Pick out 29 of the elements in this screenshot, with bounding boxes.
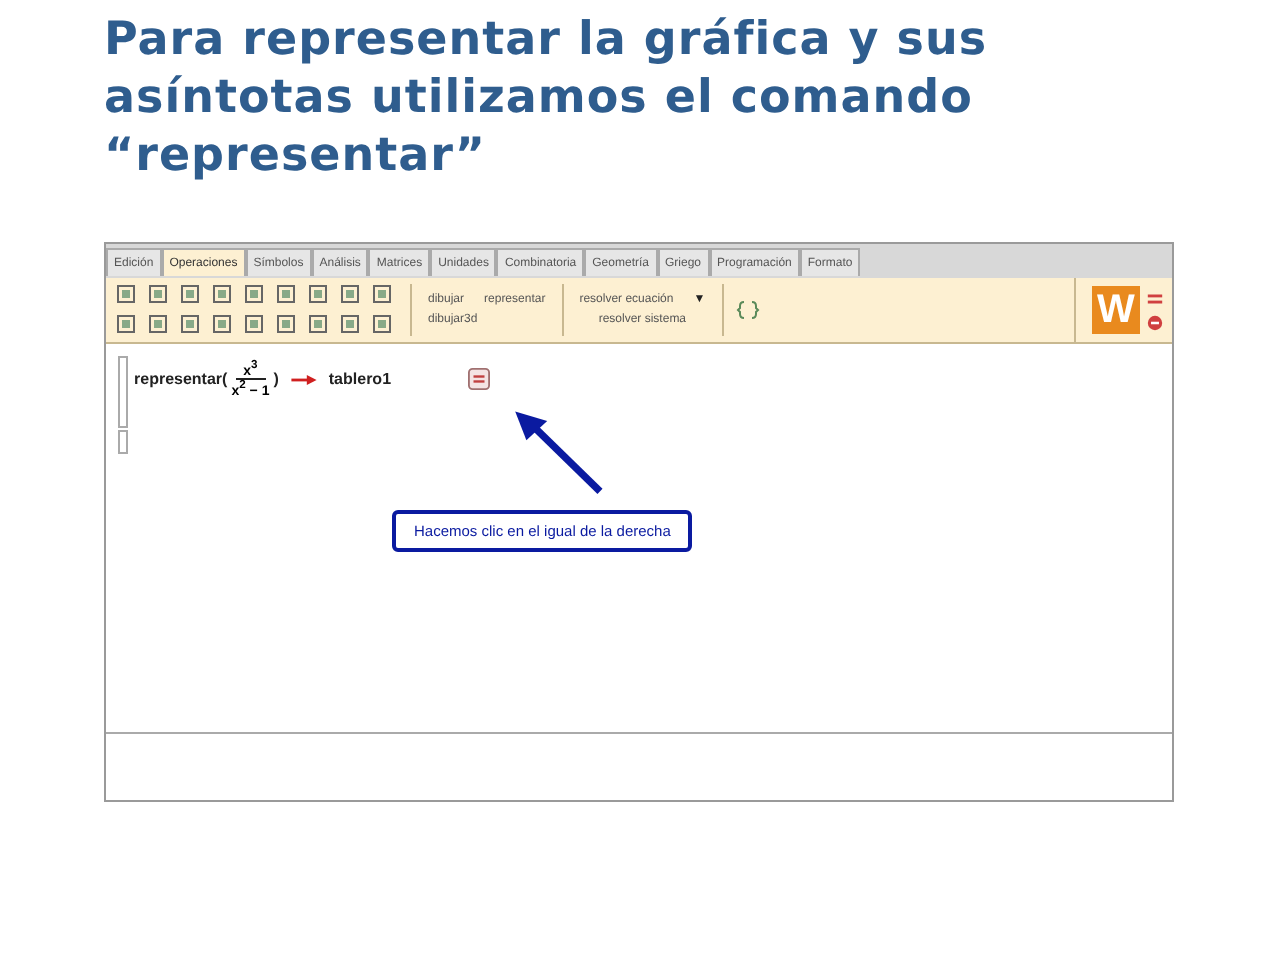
math-template-icon[interactable] [210,311,234,335]
function-name: representar( [134,370,228,389]
arrow-icon [290,373,319,386]
math-template-icon[interactable] [274,281,298,305]
math-template-icon[interactable] [114,281,138,305]
pointer-arrow [512,408,608,498]
math-template-icon[interactable] [146,311,170,335]
math-template-icon[interactable] [274,311,298,335]
equals-icon[interactable] [1146,289,1164,307]
math-template-icon[interactable] [242,311,266,335]
logo: W [1092,286,1140,334]
stop-icon[interactable] [1146,313,1164,331]
math-template-icon[interactable] [178,281,202,305]
result-text: tablero1 [328,370,392,389]
slide-title: Para representar la gráfica y sus asíntotas utilizamos el comando “representar” [102,12,990,186]
math-template-icon[interactable] [146,281,170,305]
braces-icon[interactable] [735,298,760,322]
equals-icon[interactable] [467,368,490,391]
math-template-icon[interactable] [338,281,362,305]
math-template-icon[interactable] [242,281,266,305]
closing-parenthesis: ) [273,370,279,389]
math-template-icon[interactable] [370,311,394,335]
math-template-icon[interactable] [338,311,362,335]
math-template-icon[interactable] [210,281,234,305]
math-template-icon[interactable] [306,311,330,335]
math-template-icon[interactable] [114,311,138,335]
math-template-icon[interactable] [306,281,330,305]
math-template-icon[interactable] [178,311,202,335]
math-template-icon[interactable] [370,281,394,305]
